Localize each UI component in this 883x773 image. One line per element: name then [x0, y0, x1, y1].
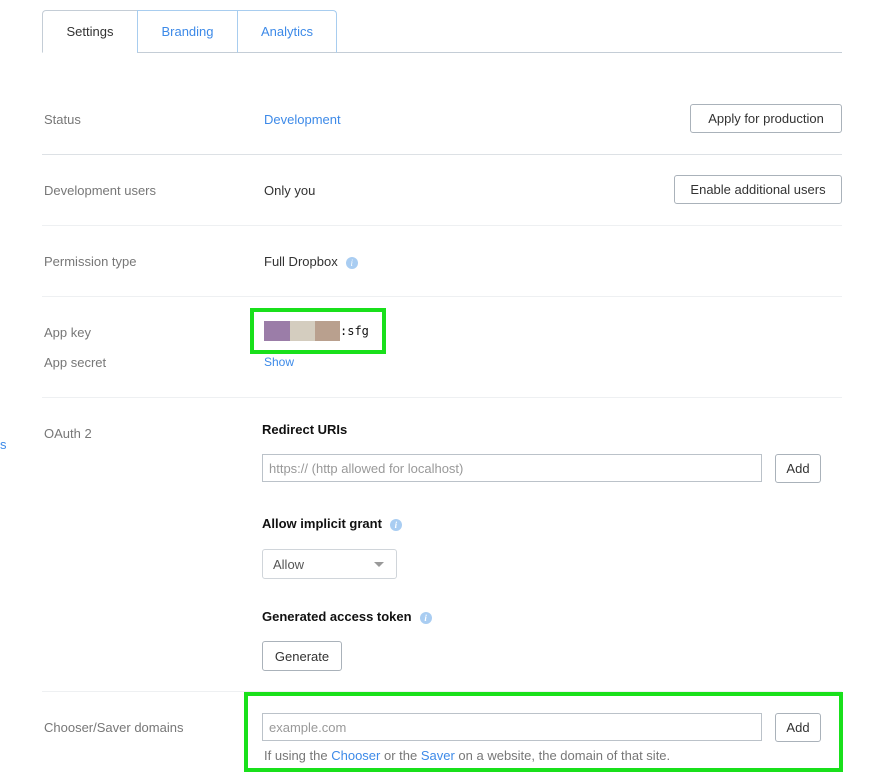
- info-icon[interactable]: i: [345, 256, 358, 269]
- divider: [42, 225, 842, 226]
- show-secret-link[interactable]: Show: [264, 355, 294, 369]
- help-text: on a website, the domain of that site.: [454, 748, 671, 763]
- add-domain-button[interactable]: Add: [775, 713, 821, 742]
- info-icon[interactable]: i: [389, 518, 402, 531]
- divider: [42, 397, 842, 398]
- enable-additional-users-button[interactable]: Enable additional users: [674, 175, 842, 204]
- sidebar-link-partial[interactable]: s: [0, 437, 7, 452]
- implicit-grant-title: Allow implicit grant i: [262, 516, 402, 531]
- info-icon[interactable]: i: [419, 611, 432, 624]
- chooser-help-text: If using the Chooser or the Saver on a w…: [264, 748, 670, 763]
- permission-label: Permission type: [44, 254, 137, 269]
- chevron-down-icon: [374, 562, 384, 567]
- redirect-uri-input[interactable]: https:// (http allowed for localhost): [262, 454, 762, 482]
- status-label: Status: [44, 112, 81, 127]
- app-key-label: App key: [44, 325, 91, 340]
- select-value: Allow: [273, 556, 305, 572]
- chooser-domain-input[interactable]: example.com: [262, 713, 762, 741]
- highlight-box: [250, 308, 386, 354]
- divider: [42, 296, 842, 297]
- chooser-label: Chooser/Saver domains: [44, 720, 184, 735]
- dev-users-label: Development users: [44, 183, 156, 198]
- permission-text: Full Dropbox: [264, 254, 338, 269]
- tab-branding[interactable]: Branding: [137, 10, 238, 53]
- tab-settings[interactable]: Settings: [42, 10, 138, 53]
- access-token-text: Generated access token: [262, 609, 412, 624]
- access-token-title: Generated access token i: [262, 609, 432, 624]
- implicit-grant-select[interactable]: Allow: [262, 549, 397, 579]
- help-text: or the: [380, 748, 421, 763]
- generate-button[interactable]: Generate: [262, 641, 342, 671]
- chooser-link[interactable]: Chooser: [331, 748, 380, 763]
- help-text: If using the: [264, 748, 332, 763]
- saver-link[interactable]: Saver: [421, 748, 455, 763]
- dev-users-value: Only you: [264, 183, 316, 198]
- redirect-uris-title: Redirect URIs: [262, 422, 348, 437]
- apply-for-production-button[interactable]: Apply for production: [690, 104, 842, 133]
- status-value[interactable]: Development: [264, 112, 341, 127]
- implicit-grant-text: Allow implicit grant: [262, 516, 382, 531]
- tab-analytics[interactable]: Analytics: [237, 10, 337, 53]
- divider: [42, 154, 842, 155]
- permission-value: Full Dropbox i: [264, 254, 358, 269]
- oauth-label: OAuth 2: [44, 426, 92, 441]
- app-secret-label: App secret: [44, 355, 107, 370]
- add-redirect-uri-button[interactable]: Add: [775, 454, 821, 483]
